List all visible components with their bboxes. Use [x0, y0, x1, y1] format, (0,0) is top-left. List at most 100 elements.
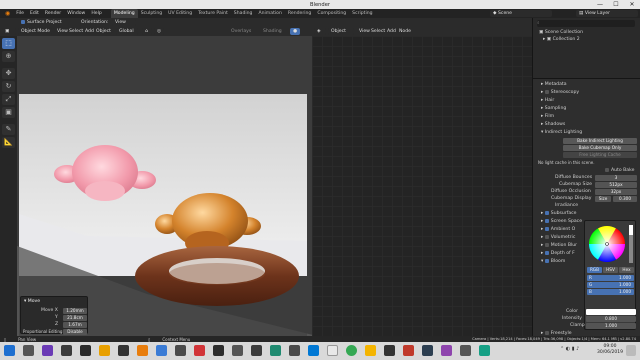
props-effect-motion-blur[interactable]: ▸ Motion Blur	[541, 242, 577, 249]
transform-icon[interactable]: ▣	[2, 107, 15, 118]
surface-project-toggle[interactable]: Surface Project	[18, 19, 65, 26]
auto-bake-toggle[interactable]: Auto Bake	[605, 167, 634, 174]
cubemap-size-dropdown[interactable]: 512px	[595, 181, 637, 188]
app-icon[interactable]	[422, 345, 433, 356]
tab-scripting[interactable]: Scripting	[349, 9, 375, 18]
scale-icon[interactable]: ⤢	[2, 94, 15, 105]
tab-uv-editing[interactable]: UV Editing	[165, 9, 195, 18]
props-section-film[interactable]: ▸ Film	[541, 113, 554, 120]
tab-animation[interactable]: Animation	[255, 9, 284, 18]
tab-shading[interactable]: Shading	[231, 9, 256, 18]
props-effect-volumetric[interactable]: ▸ Volumetric	[541, 234, 575, 241]
tab-texture-paint[interactable]: Texture Paint	[195, 9, 231, 18]
move-y-field[interactable]: 21.8cm	[63, 314, 87, 321]
app-icon[interactable]	[308, 345, 319, 356]
minimize-button[interactable]: —	[592, 0, 608, 9]
render-shading-icon[interactable]: ●	[290, 28, 300, 35]
annotate-icon[interactable]: ✎	[2, 124, 15, 135]
diffuse-bounces-field[interactable]: 3	[595, 174, 637, 181]
editor-type-icon[interactable]: ▣	[2, 28, 16, 35]
notification-icon[interactable]	[626, 345, 636, 356]
last-op-title[interactable]: ▾ Move	[24, 298, 40, 305]
bloom-color-swatch[interactable]	[586, 308, 636, 315]
app-icon[interactable]	[327, 345, 338, 356]
app-icon[interactable]	[403, 345, 414, 356]
app-icon[interactable]	[175, 345, 186, 356]
move-z-field[interactable]: 1.67m	[63, 321, 87, 328]
app-icon[interactable]	[213, 345, 224, 356]
color-tab-rgb[interactable]: RGB	[587, 267, 602, 273]
proportional-icon[interactable]: ◎	[154, 28, 164, 35]
maximize-button[interactable]: ☐	[608, 0, 624, 9]
proportional-editing-dropdown[interactable]: Disable	[63, 328, 87, 335]
app-icon[interactable]	[80, 345, 91, 356]
app-icon[interactable]	[118, 345, 129, 356]
windows-start-icon[interactable]	[4, 345, 15, 356]
node-editor-type-icon[interactable]: ◈	[314, 28, 326, 35]
bloom-clamp-field[interactable]: 1.000	[586, 322, 636, 329]
color-r-field[interactable]: R 1.000	[587, 275, 634, 281]
app-icon[interactable]	[251, 345, 262, 356]
tab-modeling[interactable]: Modeling	[110, 9, 138, 18]
visual-studio-icon[interactable]	[42, 345, 53, 356]
free-cache-button[interactable]: Free Lighting Cache	[563, 152, 637, 158]
measure-icon[interactable]: 📐	[2, 137, 15, 148]
props-effect-screen-space[interactable]: ▸ Screen Space	[541, 218, 582, 225]
app-icon[interactable]	[156, 345, 167, 356]
close-button[interactable]: ✕	[624, 0, 640, 9]
outliner-search[interactable]: ⌕	[537, 20, 635, 27]
props-section-shadows[interactable]: ▸ Shadows	[541, 121, 565, 128]
viewport-menu-object[interactable]: Object	[93, 28, 114, 35]
blender-logo-icon[interactable]: ◉	[2, 9, 13, 18]
app-icon[interactable]	[270, 345, 281, 356]
cubemap-display-mode[interactable]: Size	[595, 195, 611, 202]
app-icon[interactable]	[441, 345, 452, 356]
props-section-metadata[interactable]: ▸ Metadata	[541, 81, 567, 88]
app-icon[interactable]	[384, 345, 395, 356]
props-section-hair[interactable]: ▸ Hair	[541, 97, 554, 104]
move-x-field[interactable]: 1.20mm	[63, 307, 87, 314]
node-object-dropdown[interactable]: Object	[328, 28, 354, 35]
select-box-icon[interactable]: ⬚	[2, 38, 15, 49]
overlays-dropdown[interactable]: Overlays	[228, 28, 254, 35]
clock[interactable]: 09:00 30/06/2019	[596, 344, 624, 356]
bake-cubemap-button[interactable]: Bake Cubemap Only	[563, 145, 637, 151]
cursor-icon[interactable]: ⊕	[2, 51, 15, 62]
props-effect-depth-of-field[interactable]: ▸ Depth of F	[541, 250, 575, 257]
collection-row[interactable]: ▸ ▣ Collection 2	[543, 36, 580, 43]
app-icon[interactable]	[365, 345, 376, 356]
view-layer-selector[interactable]: ▤ View Layer	[576, 10, 638, 17]
color-b-field[interactable]: B 1.000	[587, 289, 634, 295]
app-icon[interactable]	[99, 345, 110, 356]
taskview-icon[interactable]	[23, 345, 34, 356]
tab-rendering[interactable]: Rendering	[285, 9, 314, 18]
menu-file[interactable]: File	[13, 9, 27, 18]
bake-indirect-button[interactable]: Bake Indirect Lighting	[563, 138, 637, 144]
cubemap-display-field[interactable]: 0.300	[613, 195, 637, 202]
3d-viewport[interactable]	[17, 36, 312, 336]
scene-collection-row[interactable]: ▣ Scene Collection	[539, 29, 583, 36]
tab-sculpting[interactable]: Sculpting	[138, 9, 165, 18]
transform-orientation-dropdown[interactable]: Global	[116, 28, 138, 35]
color-wheel[interactable]	[585, 221, 637, 265]
props-effect-subsurface[interactable]: ▸ Subsurface	[541, 210, 577, 217]
shading-dropdown[interactable]: Shading	[260, 28, 285, 35]
menu-help[interactable]: Help	[88, 9, 104, 18]
props-effect-bloom[interactable]: ▾ Bloom	[541, 258, 565, 265]
menu-render[interactable]: Render	[42, 9, 64, 18]
menu-edit[interactable]: Edit	[27, 9, 42, 18]
node-menu-node[interactable]: Node	[396, 28, 414, 35]
blender-taskbar-icon[interactable]	[137, 345, 148, 356]
app-icon[interactable]	[289, 345, 300, 356]
rotate-icon[interactable]: ↻	[2, 81, 15, 92]
diffuse-occlusion-dropdown[interactable]: 32px	[595, 188, 637, 195]
move-icon[interactable]: ✥	[2, 68, 15, 79]
color-g-field[interactable]: G 1.000	[587, 282, 634, 288]
bloom-intensity-field[interactable]: 0.800	[586, 315, 636, 322]
scene-selector[interactable]: ◆ Scene	[490, 10, 552, 17]
color-tab-hex[interactable]: Hex	[619, 267, 634, 273]
tab-compositing[interactable]: Compositing	[314, 9, 349, 18]
props-section-stereoscopy[interactable]: ▸ Stereoscopy	[541, 89, 579, 96]
node-editor-canvas[interactable]	[312, 36, 532, 336]
app-icon[interactable]	[61, 345, 72, 356]
